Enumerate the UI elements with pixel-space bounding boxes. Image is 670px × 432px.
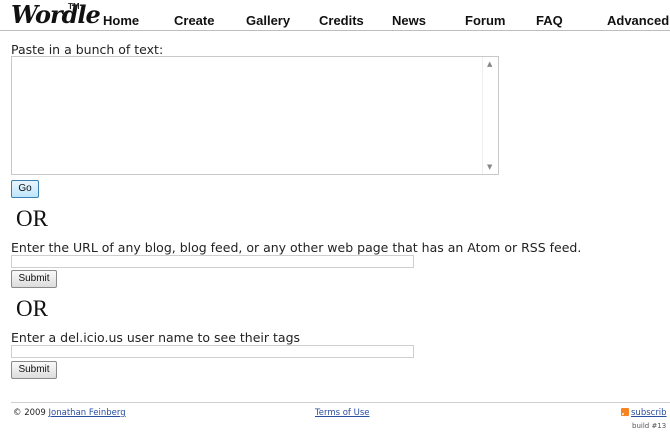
wordle-logo[interactable]: Wordle bbox=[11, 3, 101, 27]
site-header: Wordle TM Home Create Gallery Credits Ne… bbox=[0, 0, 670, 31]
author-link[interactable]: Jonathan Feinberg bbox=[49, 408, 126, 418]
nav-home[interactable]: Home bbox=[103, 13, 139, 28]
subscribe-link[interactable]: subscrib bbox=[631, 408, 667, 418]
url-label: Enter the URL of any blog, blog feed, or… bbox=[11, 240, 582, 255]
paste-text-label: Paste in a bunch of text: bbox=[11, 42, 164, 57]
copyright: © 2009 Jonathan Feinberg bbox=[13, 408, 126, 418]
nav-gallery[interactable]: Gallery bbox=[246, 13, 290, 28]
nav-advanced[interactable]: Advanced bbox=[607, 13, 669, 28]
submit-url-button[interactable]: Submit bbox=[11, 270, 57, 288]
terms-of-use: Terms of Use bbox=[315, 408, 370, 418]
footer-divider bbox=[11, 402, 670, 403]
url-input[interactable] bbox=[11, 255, 414, 268]
nav-create[interactable]: Create bbox=[174, 13, 214, 28]
build-number: build #13 bbox=[632, 422, 667, 430]
trademark-mark: TM bbox=[68, 2, 80, 11]
terms-of-use-link[interactable]: Terms of Use bbox=[315, 408, 370, 418]
rss-icon[interactable] bbox=[621, 408, 629, 416]
go-button[interactable]: Go bbox=[11, 180, 39, 198]
nav-forum[interactable]: Forum bbox=[465, 13, 505, 28]
delicious-username-input[interactable] bbox=[11, 345, 414, 358]
scroll-down-arrow-icon[interactable]: ▼ bbox=[487, 163, 492, 171]
nav-faq[interactable]: FAQ bbox=[536, 13, 563, 28]
copyright-text: © 2009 bbox=[13, 408, 46, 418]
scroll-up-arrow-icon[interactable]: ▲ bbox=[487, 60, 492, 68]
textarea-scrollbar[interactable]: ▲ ▼ bbox=[482, 57, 498, 174]
delicious-label: Enter a del.icio.us user name to see the… bbox=[11, 330, 301, 345]
subscribe: subscrib bbox=[621, 408, 667, 418]
or-divider-2: OR bbox=[16, 296, 48, 321]
submit-delicious-button[interactable]: Submit bbox=[11, 361, 57, 379]
nav-news[interactable]: News bbox=[392, 13, 426, 28]
or-divider: OR bbox=[16, 206, 48, 231]
nav-credits[interactable]: Credits bbox=[319, 13, 364, 28]
text-input-area[interactable]: ▲ ▼ bbox=[11, 56, 499, 175]
